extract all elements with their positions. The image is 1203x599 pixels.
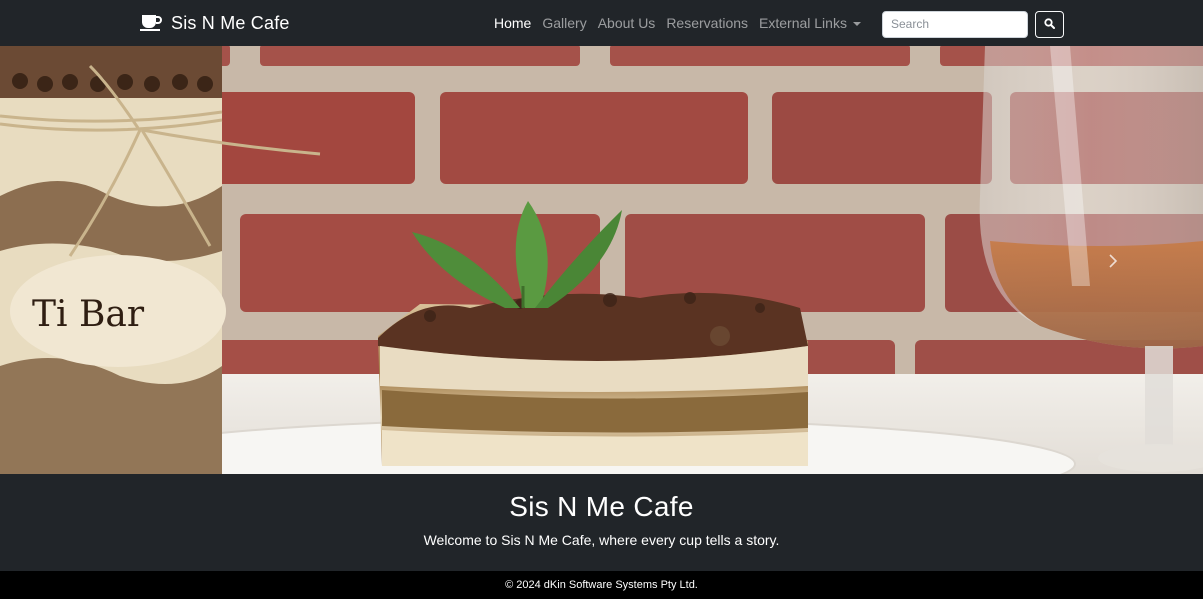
coffee-cup-icon [140, 14, 163, 32]
brand-link[interactable]: Sis N Me Cafe [140, 0, 290, 46]
welcome-tagline: Welcome to Sis N Me Cafe, where every cu… [423, 532, 780, 548]
search-button[interactable] [1035, 10, 1064, 38]
nav-home[interactable]: Home [494, 15, 531, 31]
welcome-title: Sis N Me Cafe [509, 491, 694, 522]
brand-name: Sis N Me Cafe [171, 12, 290, 33]
search-input[interactable] [882, 10, 1028, 38]
search-icon [1044, 17, 1055, 32]
nav-external-links-dropdown[interactable]: External Links [759, 15, 861, 31]
carousel-next-control[interactable] [1103, 246, 1123, 276]
external-links-label: External Links [759, 15, 847, 31]
nav-gallery[interactable]: Gallery [542, 15, 586, 31]
hero-carousel: Ti Bar [0, 46, 1203, 474]
footer: © 2024 dKin Software Systems Pty Ltd. [0, 571, 1203, 599]
nav-reservations[interactable]: Reservations [666, 15, 748, 31]
jar-label-text: Ti Bar [32, 294, 145, 335]
search-form [882, 10, 1064, 38]
nav-about-us[interactable]: About Us [598, 15, 656, 31]
navbar: Sis N Me Cafe Home Gallery About Us Rese… [0, 0, 1203, 46]
footer-copyright: © 2024 dKin Software Systems Pty Ltd. [505, 579, 698, 591]
welcome-section: Sis N Me Cafe Welcome to Sis N Me Cafe, … [0, 474, 1203, 571]
tiramisu-slice-photo: Ti Bar [0, 46, 1203, 474]
caret-down-icon [852, 22, 861, 26]
nav-links: Home Gallery About Us Reservations Exter… [494, 0, 872, 46]
chevron-right-icon [1108, 253, 1118, 269]
